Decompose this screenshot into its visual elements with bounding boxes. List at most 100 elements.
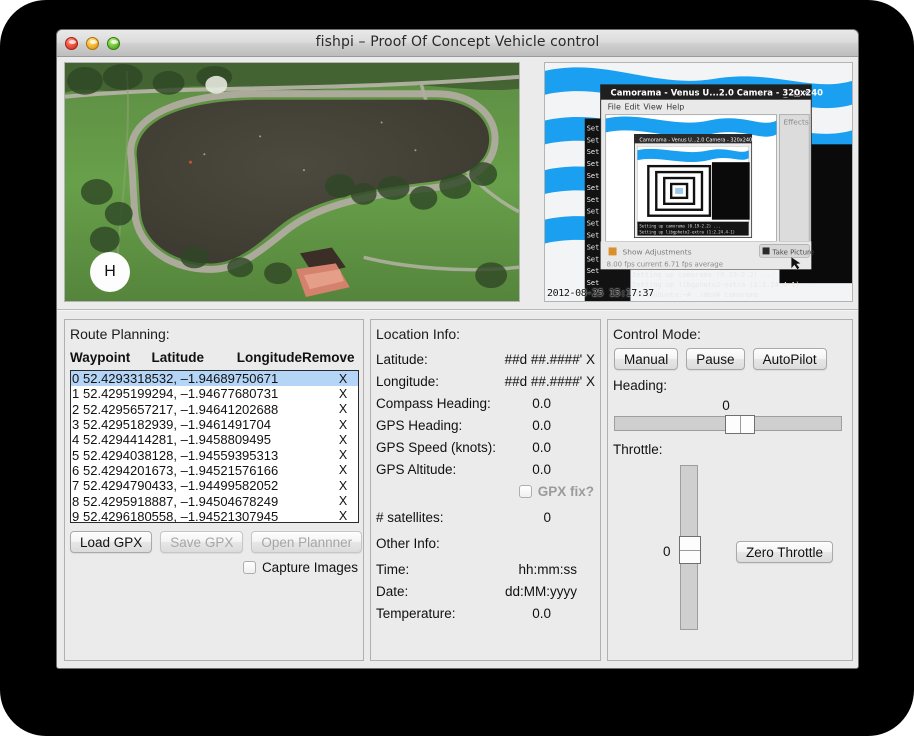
waypoint-row[interactable]: 6 52.4294201673, –1.94521576166 X [71,463,358,478]
waypoint-row[interactable]: 4 52.4294414281, –1.9458809495 X [71,432,358,447]
svg-text:Help: Help [666,103,684,112]
waypoint-remove-button[interactable]: X [328,433,358,447]
waypoint-row[interactable]: 7 52.4294790433, –1.94499582052 X [71,478,358,493]
camera-feed-view[interactable]: Set Set Set Set Set Set Set Set Set Set Set Se… [544,62,853,302]
aerial-map-view[interactable]: H [64,62,520,302]
capture-images-row[interactable]: Capture Images [242,560,358,575]
waypoint-row[interactable]: 9 52.4296180558, –1.94521307945 X [71,508,358,523]
satellites-row: # satellites: 0 [376,510,595,525]
route-planning-panel: Route Planning: Waypoint Latitude Longit… [64,319,364,661]
temperature-label: Temperature: [376,606,456,621]
waypoint-coordinates: 52.4294038128, –1.94559395313 [83,447,279,463]
waypoint-table-header: Waypoint Latitude Longitude Remove [70,350,358,365]
autopilot-mode-button[interactable]: AutoPilot [752,348,827,370]
waypoint-remove-button[interactable]: X [328,479,358,493]
svg-text:Set: Set [587,232,600,240]
waypoint-remove-button[interactable]: X [328,463,358,477]
temperature-row: Temperature: 0.0 [376,606,595,621]
heading-value: 0 [722,398,730,413]
svg-text:Set: Set [587,267,600,275]
waypoint-remove-button[interactable]: X [328,402,358,416]
waypoint-remove-button[interactable]: X [328,494,358,508]
gps-heading-label: GPS Heading: [376,418,463,433]
open-planner-button[interactable]: Open Plannner [251,531,363,553]
capture-images-checkbox[interactable] [242,561,256,574]
waypoint-row[interactable]: 5 52.4294038128, –1.94559395313 X [71,447,358,463]
svg-text:Set: Set [587,243,600,251]
throttle-slider-handle[interactable] [679,536,701,564]
heading-slider[interactable] [614,415,842,434]
save-gpx-button[interactable]: Save GPX [160,531,244,553]
waypoint-remove-button[interactable]: X [328,509,358,522]
other-info-title: Other Info: [376,536,440,551]
waypoint-coordinates: 52.4296180558, –1.94521307945 [83,508,279,523]
control-mode-panel: Control Mode: Manual Pause AutoPilot Hea… [607,319,853,661]
manual-mode-button[interactable]: Manual [614,348,679,370]
location-info-panel: Location Info: Latitude: ##d ##.####' X … [370,319,601,661]
svg-text:Set: Set [587,136,600,144]
waypoint-row[interactable]: 2 52.4295657217, –1.94641202688 X [71,402,358,417]
svg-text:✕: ✕ [803,89,810,98]
window-body: H Set Set Set Set Set Set Set Set Set Se… [57,57,858,668]
pause-mode-button[interactable]: Pause [686,348,745,370]
svg-text:Camorama - Venus U...2.0 Camer: Camorama - Venus U...2.0 Camera - 320x24… [639,137,752,143]
gps-speed-label: GPS Speed (knots): [376,440,497,455]
svg-text:Set: Set [587,124,600,132]
time-value: hh:mm:ss [518,562,577,577]
time-row: Time: hh:mm:ss [376,562,595,577]
waypoint-index: 2 [72,401,80,417]
svg-text:Setting up camorama (0.19-2.2): Setting up camorama (0.19-2.2) ... [639,224,720,229]
gps-speed-value: 0.0 [532,440,551,455]
capture-images-label: Capture Images [261,560,358,575]
svg-text:Setting up libgphoto2-extra (1: Setting up libgphoto2-extra (1:2.24.4-1)… [632,281,816,289]
svg-text:Set: Set [587,184,600,192]
svg-text:Show Adjustments: Show Adjustments [622,247,691,256]
gpx-fix-checkbox[interactable] [518,485,532,498]
waypoint-index: 6 [72,462,80,478]
waypoint-remove-button[interactable]: X [328,372,358,386]
svg-text:Set: Set [587,220,600,228]
control-mode-title: Control Mode: [613,326,701,342]
date-label: Date: [376,584,409,599]
svg-text:Edit: Edit [624,103,639,112]
waypoint-remove-button[interactable]: X [328,387,358,401]
satellites-value: 0 [543,510,551,525]
waypoint-index: 3 [72,417,80,433]
waypoint-index: 9 [72,508,80,523]
svg-text:Set: Set [587,279,600,287]
waypoint-row[interactable]: 3 52.4295182939, –1.9461491704 X [71,417,358,432]
latitude-value: ##d ##.####' X [504,352,595,367]
gps-heading-row: GPS Heading: 0.0 [376,418,595,433]
waypoint-coordinates: 52.4294414281, –1.9458809495 [83,432,271,448]
longitude-value: ##d ##.####' X [504,374,595,389]
waypoint-list[interactable]: 0 52.4293318532, –1.94689750671 X 1 52.42951… [70,370,359,523]
waypoint-coordinates: 52.4295918887, –1.94504678249 [83,493,279,509]
waypoint-index: 8 [72,493,80,509]
waypoint-remove-button[interactable]: X [328,418,358,432]
waypoint-row[interactable]: 8 52.4295918887, –1.94504678249 X [71,493,358,509]
svg-text:Take Picture: Take Picture [772,248,814,256]
latitude-label: Latitude: [376,352,428,367]
home-marker[interactable]: H [90,252,130,292]
gpx-fix-row[interactable]: GPX fix? [464,484,594,499]
svg-text:Set: Set [587,172,600,180]
svg-text:File: File [608,103,621,112]
waypoint-remove-button[interactable]: X [328,448,358,462]
waypoint-coordinates: 52.4295182939, –1.9461491704 [83,417,271,433]
heading-slider-handle[interactable] [725,415,755,434]
waypoint-coordinates: 52.4295657217, –1.94641202688 [83,401,279,417]
window-titlebar[interactable]: fishpi – Proof Of Concept Vehicle contro… [57,30,858,57]
zero-throttle-button[interactable]: Zero Throttle [736,541,834,563]
waypoint-row[interactable]: 0 52.4293318532, –1.94689750671 X [71,371,358,387]
column-header-longitude: Longitude [236,350,302,365]
camera-timestamp: 2012-08-25 15:17:37 [547,288,654,299]
svg-text:View: View [643,103,662,112]
load-gpx-button[interactable]: Load GPX [70,531,153,553]
waypoint-row[interactable]: 1 52.4295199294, –1.94677680731 X [71,386,358,401]
throttle-value: 0 [663,544,671,559]
date-row: Date: dd:MM:yyyy [376,584,595,599]
svg-text:□: □ [793,89,801,98]
svg-text:Set: Set [587,160,600,168]
compass-heading-row: Compass Heading: 0.0 [376,396,595,411]
throttle-slider[interactable] [679,465,701,630]
